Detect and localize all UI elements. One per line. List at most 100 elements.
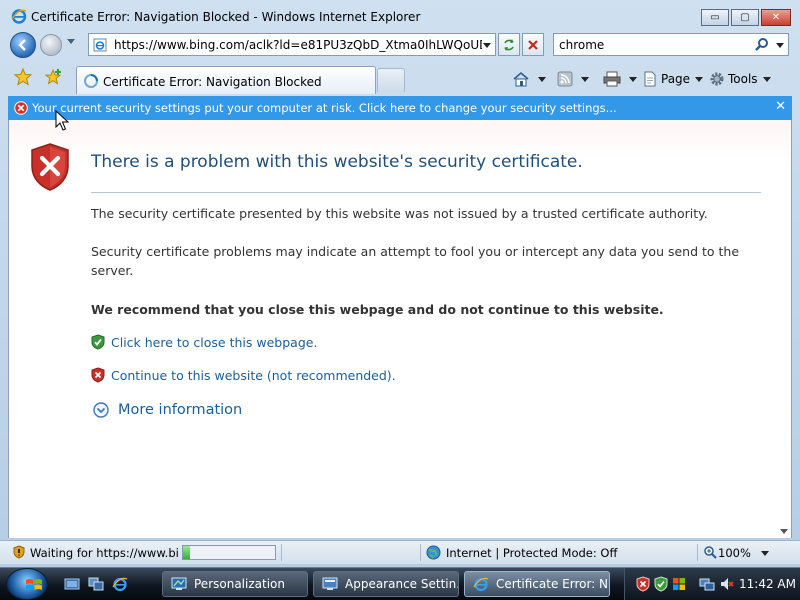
certificate-error-status-icon[interactable] (12, 545, 26, 559)
page-menu[interactable]: Page (642, 69, 704, 89)
gear-icon (710, 72, 724, 86)
page-menu-label: Page (661, 72, 691, 86)
new-tab-button[interactable] (377, 68, 405, 92)
recommendation-text: We recommend that you close this webpage… (91, 302, 664, 317)
information-bar[interactable]: Your current security settings put your … (8, 96, 792, 120)
page-content: There is a problem with this website's s… (8, 120, 792, 538)
taskbar-item-label: Personalization (194, 577, 285, 591)
close-webpage-link[interactable]: Click here to close this webpage. (111, 335, 317, 350)
forward-button[interactable] (40, 34, 62, 56)
status-separator (420, 544, 421, 561)
status-separator (281, 544, 282, 561)
personalization-icon (171, 577, 187, 590)
security-warning-icon (14, 101, 28, 115)
network-tray-icon[interactable] (699, 576, 715, 592)
progress-fill (183, 546, 191, 559)
title-bar[interactable]: Certificate Error: Navigation Blocked - … (0, 0, 800, 32)
zoom-level[interactable]: 100% (718, 546, 751, 560)
window-title: Certificate Error: Navigation Blocked - … (31, 10, 421, 24)
feeds-dropdown-icon[interactable] (581, 76, 589, 82)
scroll-down-icon[interactable] (780, 529, 788, 534)
page-dropdown-icon (695, 76, 704, 82)
taskbar-item-appearance-settings[interactable]: Appearance Settin... (313, 571, 459, 597)
loading-icon (84, 74, 98, 88)
clock[interactable]: 11:42 AM (739, 577, 796, 591)
information-bar-close-icon[interactable]: ✕ (775, 99, 786, 114)
security-alert-tray-icon[interactable] (635, 576, 651, 592)
more-information-label[interactable]: More information (118, 402, 242, 418)
appearance-settings-icon (322, 577, 338, 590)
certificate-warning-text: Security certificate problems may indica… (91, 244, 740, 278)
maximize-icon: ▢ (740, 12, 750, 23)
system-tray: 11:42 AM (624, 568, 800, 600)
print-icon (603, 71, 621, 87)
expand-chevron-icon (93, 402, 109, 418)
search-icon[interactable] (754, 37, 770, 53)
close-icon: ✕ (771, 12, 781, 23)
information-bar-text[interactable]: Your current security settings put your … (32, 101, 617, 115)
internet-explorer-icon (11, 9, 27, 24)
search-input[interactable]: chrome (559, 38, 604, 52)
search-box[interactable]: chrome (553, 33, 789, 56)
print-button[interactable] (603, 69, 637, 89)
windows-update-tray-icon[interactable] (671, 576, 687, 592)
tab-row: Certificate Error: Navigation Blocked Pa… (0, 62, 800, 94)
internet-explorer-quicklaunch-icon[interactable] (112, 576, 128, 592)
switch-windows-icon[interactable] (88, 576, 104, 592)
home-dropdown-icon[interactable] (538, 76, 546, 82)
zoom-dropdown-icon[interactable] (761, 551, 769, 556)
stop-button[interactable] (522, 33, 544, 56)
red-shield-x-small-icon (91, 367, 105, 383)
favorites-star-icon[interactable] (14, 68, 32, 86)
search-provider-dropdown-icon[interactable] (776, 43, 784, 48)
red-shield-x-icon (31, 143, 69, 191)
ie-window: Certificate Error: Navigation Blocked - … (0, 0, 800, 568)
taskbar-item-label: Appearance Settin... (345, 577, 459, 591)
close-window-button[interactable]: ✕ (761, 9, 791, 26)
rss-feed-icon (557, 71, 573, 87)
taskbar-item-label: Certificate Error: N... (496, 577, 610, 591)
feeds-button[interactable] (557, 69, 589, 89)
refresh-button[interactable] (498, 33, 520, 56)
home-icon (513, 71, 529, 87)
taskbar-item-certificate-error[interactable]: Certificate Error: N... (464, 571, 610, 597)
tools-menu[interactable]: Tools (709, 69, 771, 89)
status-text: Waiting for https://www.bing.com/aclk?ld… (30, 546, 178, 560)
volume-muted-tray-icon[interactable] (719, 576, 735, 592)
navigation-bar: https://www.bing.com/aclk?ld=e81PU3zQbD_… (0, 30, 800, 60)
tab-label: Certificate Error: Navigation Blocked (103, 75, 322, 89)
taskbar-item-personalization[interactable]: Personalization (162, 571, 308, 597)
security-zone-text[interactable]: Internet | Protected Mode: Off (446, 546, 617, 560)
status-separator (697, 544, 698, 561)
continue-website-link[interactable]: Continue to this website (not recommende… (111, 368, 396, 383)
show-desktop-icon[interactable] (64, 576, 80, 592)
home-button[interactable] (512, 69, 546, 89)
continue-website-option[interactable]: Continue to this website (not recommende… (91, 366, 396, 384)
title-divider (91, 192, 761, 193)
tools-dropdown-icon (762, 76, 771, 82)
start-button[interactable] (6, 568, 48, 600)
more-information-toggle[interactable]: More information (93, 402, 242, 418)
certificate-issue-text: The security certificate presented by th… (91, 206, 708, 221)
recent-pages-dropdown-icon[interactable] (67, 39, 75, 44)
minimize-icon: ▭ (710, 12, 720, 23)
back-button[interactable] (10, 32, 36, 58)
tab-certificate-error[interactable]: Certificate Error: Navigation Blocked (76, 66, 376, 94)
close-webpage-option[interactable]: Click here to close this webpage. (91, 333, 317, 351)
window-controls: ▭ ▢ ✕ (701, 9, 791, 26)
refresh-icon (504, 38, 514, 51)
green-shield-check-icon (91, 334, 105, 350)
back-arrow-icon (18, 39, 26, 51)
address-dropdown-icon[interactable] (483, 43, 491, 48)
address-bar[interactable]: https://www.bing.com/aclk?ld=e81PU3zQbD_… (88, 33, 496, 56)
zoom-icon (704, 546, 717, 559)
defender-tray-icon[interactable] (653, 576, 669, 592)
mouse-cursor-icon (55, 110, 69, 131)
print-dropdown-icon[interactable] (629, 76, 637, 82)
minimize-button[interactable]: ▭ (701, 9, 729, 26)
maximize-button[interactable]: ▢ (731, 9, 759, 26)
page-menu-icon (644, 71, 656, 87)
windows-logo-icon (26, 579, 42, 590)
address-input[interactable]: https://www.bing.com/aclk?ld=e81PU3zQbD_… (114, 38, 482, 52)
add-favorites-icon[interactable] (45, 68, 63, 86)
